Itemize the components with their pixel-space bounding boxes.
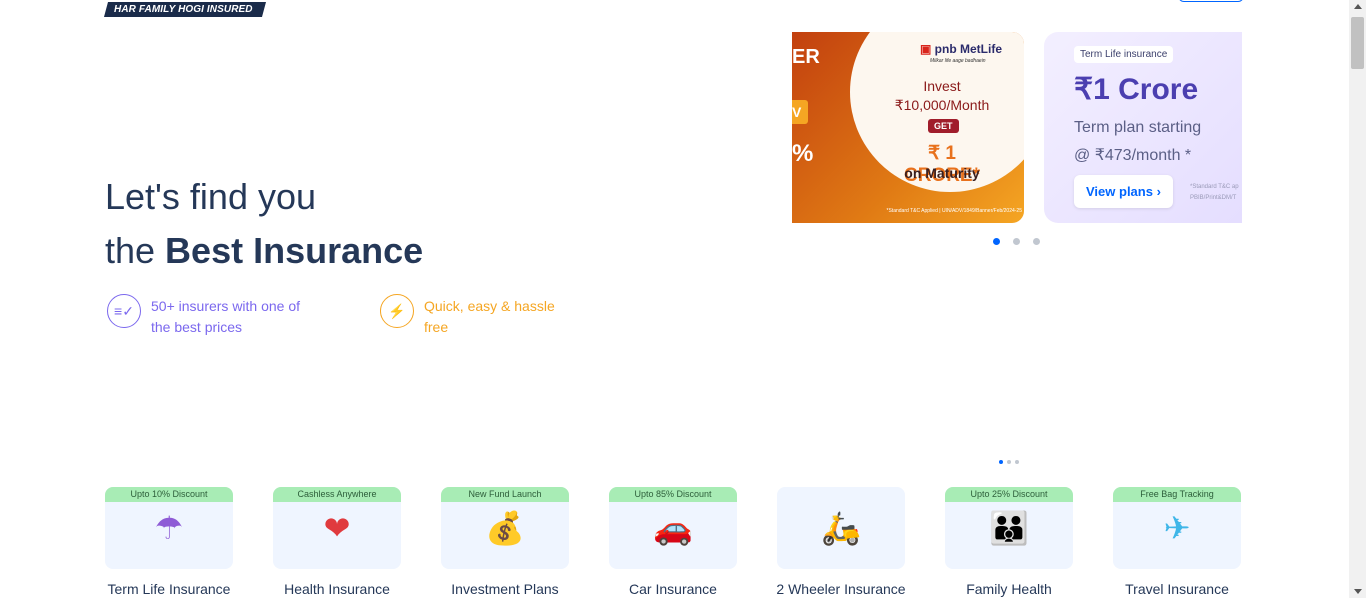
product-family-health[interactable]: Upto 25% Discount 👪 Family Health	[945, 487, 1073, 597]
page-scrollbar[interactable]	[1349, 0, 1366, 598]
brand-tagline-text: HAR FAMILY HOGI INSURED	[114, 4, 253, 15]
banner-pnb-side-percent: %	[792, 140, 814, 167]
product-tag: Cashless Anywhere	[273, 487, 401, 502]
banner-dot-3[interactable]	[1033, 238, 1040, 245]
pnb-metlife-logo: ▣ pnb MetLife	[920, 42, 1002, 56]
coins-growth-icon: 💰	[485, 510, 525, 546]
banner-dot-1[interactable]	[993, 238, 1000, 245]
product-investment[interactable]: New Fund Launch 💰 Investment Plans	[441, 487, 569, 597]
compare-icon: ≡✓	[107, 294, 141, 328]
pnb-get-badge: GET	[928, 119, 959, 133]
term-fine-print: *Standard T&C ap PBIB/Print&DM/T	[1190, 184, 1239, 201]
feature-insurers-text: 50+ insurers with one of the best prices	[151, 298, 301, 335]
banner-pagination	[993, 238, 1040, 245]
airplane-icon: ✈	[1163, 510, 1191, 546]
hero-line-1: Let's find you	[105, 176, 317, 217]
product-card[interactable]: New Fund Launch 💰	[441, 487, 569, 569]
pnb-invest-line2: ₹10,000/Month	[894, 97, 990, 113]
hero-title: Let's find you the Best Insurance	[105, 170, 423, 278]
product-tag	[777, 487, 905, 502]
product-card[interactable]: Upto 10% Discount ☂	[105, 487, 233, 569]
heart-pulse-icon: ❤	[323, 510, 351, 546]
pnb-logo-text: pnb MetLife	[934, 42, 1002, 56]
pnb-logo-subtitle: Milkar life aage badhaein	[930, 58, 986, 64]
brand-tagline: HAR FAMILY HOGI INSURED	[103, 2, 267, 17]
header-action-button[interactable]	[1178, 0, 1244, 2]
product-tag: New Fund Launch	[441, 487, 569, 502]
family-icon: 👪	[989, 510, 1029, 546]
pnb-fine-print: *Standard T&C Applied | UIN/ADV/1849/Ban…	[886, 208, 1022, 214]
product-tag: Free Bag Tracking	[1113, 487, 1241, 502]
lightning-icon: ⚡	[380, 294, 414, 328]
banner-pnb-metlife[interactable]: ER V % ▣ pnb MetLife Milkar life aage ba…	[792, 32, 1024, 223]
scroll-up-arrow-icon[interactable]	[1354, 4, 1362, 9]
banner-carousel[interactable]: ER V % ▣ pnb MetLife Milkar life aage ba…	[792, 32, 1242, 223]
banner-pnb-side-text: ER	[792, 46, 820, 68]
product-card[interactable]: Upto 25% Discount 👪	[945, 487, 1073, 569]
product-card[interactable]: Cashless Anywhere ❤	[273, 487, 401, 569]
banner-term-life[interactable]: Term Life insurance ₹1 Crore Term plan s…	[1044, 32, 1242, 223]
product-card[interactable]: 🛵	[777, 487, 905, 569]
products-dot-2[interactable]	[1007, 460, 1011, 464]
product-card[interactable]: Upto 85% Discount 🚗	[609, 487, 737, 569]
product-name[interactable]: Family Health	[933, 581, 1085, 597]
term-sub2: @ ₹473/month *	[1074, 147, 1192, 164]
product-name[interactable]: Travel Insurance	[1101, 581, 1253, 597]
feature-insurers: ≡✓ 50+ insurers with one of the best pri…	[107, 294, 301, 338]
feature-quick-text: Quick, easy & hassle free	[424, 298, 555, 335]
products-dot-3[interactable]	[1015, 460, 1019, 464]
hero-line-2-bold: Best Insurance	[165, 230, 424, 271]
term-headline: ₹1 Crore	[1074, 73, 1199, 106]
scrollbar-thumb[interactable]	[1351, 17, 1364, 69]
term-badge: Term Life insurance	[1074, 46, 1174, 63]
product-tag: Upto 85% Discount	[609, 487, 737, 502]
banner-pnb-side-badge: V	[792, 100, 808, 124]
hero-line-2-prefix: the	[105, 230, 166, 271]
product-health[interactable]: Cashless Anywhere ❤ Health Insurance	[273, 487, 401, 597]
banner-pnb-invest: Invest ₹10,000/Month	[892, 77, 992, 115]
pnb-invest-line1: Invest	[923, 78, 961, 94]
product-tag: Upto 25% Discount	[945, 487, 1073, 502]
scooter-icon: 🛵	[821, 510, 861, 546]
pnb-maturity: on Maturity	[904, 165, 980, 181]
product-list: Upto 10% Discount ☂ Term Life Insurance …	[105, 487, 1241, 597]
product-name[interactable]: Term Life Insurance	[93, 581, 245, 597]
umbrella-icon: ☂	[154, 510, 184, 546]
products-pagination	[999, 460, 1019, 464]
product-name[interactable]: 2 Wheeler Insurance	[765, 581, 917, 597]
product-two-wheeler[interactable]: 🛵 2 Wheeler Insurance	[776, 487, 906, 597]
product-name[interactable]: Investment Plans	[429, 581, 581, 597]
term-sub1: Term plan starting	[1074, 119, 1202, 136]
banner-dot-2[interactable]	[1013, 238, 1020, 245]
product-card[interactable]: Free Bag Tracking ✈	[1113, 487, 1241, 569]
products-dot-1[interactable]	[999, 460, 1003, 464]
product-term-life[interactable]: Upto 10% Discount ☂ Term Life Insurance	[105, 487, 233, 597]
product-car[interactable]: Upto 85% Discount 🚗 Car Insurance	[609, 487, 737, 597]
product-tag: Upto 10% Discount	[105, 487, 233, 502]
product-name[interactable]: Car Insurance	[597, 581, 749, 597]
product-name[interactable]: Health Insurance	[261, 581, 413, 597]
view-plans-button[interactable]: View plans ›	[1074, 175, 1173, 208]
scroll-down-arrow-icon[interactable]	[1354, 589, 1362, 594]
product-travel[interactable]: Free Bag Tracking ✈ Travel Insurance	[1113, 487, 1241, 597]
term-subtitle: Term plan starting @ ₹473/month *	[1074, 114, 1201, 170]
car-icon: 🚗	[653, 510, 693, 546]
feature-quick: ⚡ Quick, easy & hassle free	[380, 294, 574, 338]
